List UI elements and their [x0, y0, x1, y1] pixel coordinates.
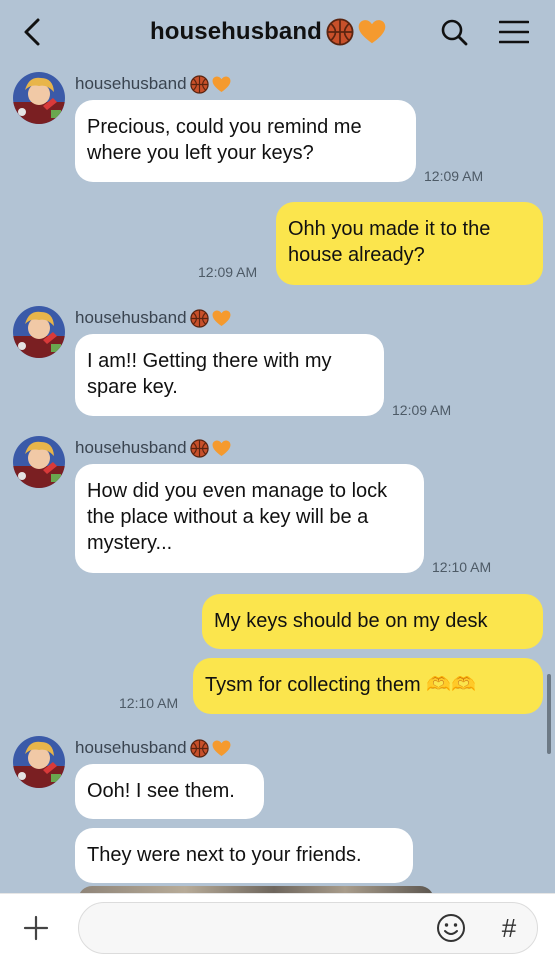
sender-name-label: househusband	[75, 308, 187, 327]
message-bubble-incoming[interactable]: How did you even manage to lock the plac…	[75, 464, 424, 573]
avatar-image	[13, 736, 65, 788]
message-timestamp: 12:10 AM	[432, 559, 492, 575]
message-bubble-incoming[interactable]: I am!! Getting there with my spare key.	[75, 334, 384, 416]
message-bubble-incoming[interactable]: They were next to your friends.	[75, 828, 413, 883]
avatar[interactable]	[13, 72, 65, 124]
sender-name: househusband	[75, 306, 231, 330]
hamburger-menu-icon	[499, 20, 529, 44]
orange-heart-icon	[212, 310, 231, 327]
search-button[interactable]	[436, 14, 472, 50]
message-bubble-outgoing[interactable]: Tysm for collecting them 🫶🫶	[193, 658, 543, 714]
avatar-image	[13, 306, 65, 358]
chat-title: househusband	[150, 18, 322, 45]
message-input-bar: #	[0, 893, 555, 960]
basketball-emoji-icon	[190, 739, 209, 758]
hashtag-button[interactable]: #	[492, 911, 526, 945]
message-input[interactable]	[78, 902, 538, 954]
smiley-icon	[437, 914, 465, 942]
attach-button[interactable]	[18, 910, 54, 946]
sender-name-label: househusband	[75, 738, 187, 757]
avatar-image	[13, 436, 65, 488]
plus-icon	[23, 915, 49, 941]
orange-heart-icon	[212, 440, 231, 457]
chat-header: househusband	[0, 0, 555, 64]
emoji-button[interactable]	[434, 911, 468, 945]
message-bubble-incoming[interactable]: Ooh! I see them.	[75, 764, 264, 819]
message-bubble-incoming[interactable]: Precious, could you remind me where you …	[75, 100, 416, 182]
sender-name: househusband	[75, 436, 231, 460]
basketball-emoji-icon	[326, 18, 354, 46]
message-timestamp: 12:09 AM	[424, 168, 484, 184]
menu-button[interactable]	[494, 14, 534, 50]
avatar[interactable]	[13, 736, 65, 788]
back-button[interactable]	[14, 14, 50, 50]
message-timestamp: 12:10 AM	[119, 695, 179, 711]
scrollbar-thumb[interactable]	[547, 674, 551, 754]
sender-name: househusband	[75, 72, 231, 96]
message-bubble-outgoing[interactable]: My keys should be on my desk	[202, 594, 543, 649]
message-timestamp: 12:09 AM	[392, 402, 452, 418]
chat-title-group: househusband	[150, 14, 386, 50]
orange-heart-icon	[358, 19, 386, 45]
sender-name: househusband	[75, 736, 231, 760]
sender-name-label: househusband	[75, 74, 187, 93]
basketball-emoji-icon	[190, 75, 209, 94]
orange-heart-icon	[212, 740, 231, 757]
chevron-left-icon	[24, 18, 40, 46]
avatar-image	[13, 72, 65, 124]
search-icon	[441, 19, 468, 46]
message-timestamp: 12:09 AM	[198, 264, 258, 280]
avatar[interactable]	[13, 436, 65, 488]
orange-heart-icon	[212, 76, 231, 93]
message-bubble-outgoing[interactable]: Ohh you made it to the house already?	[276, 202, 543, 285]
avatar[interactable]	[13, 306, 65, 358]
basketball-emoji-icon	[190, 309, 209, 328]
sender-name-label: househusband	[75, 438, 187, 457]
basketball-emoji-icon	[190, 439, 209, 458]
